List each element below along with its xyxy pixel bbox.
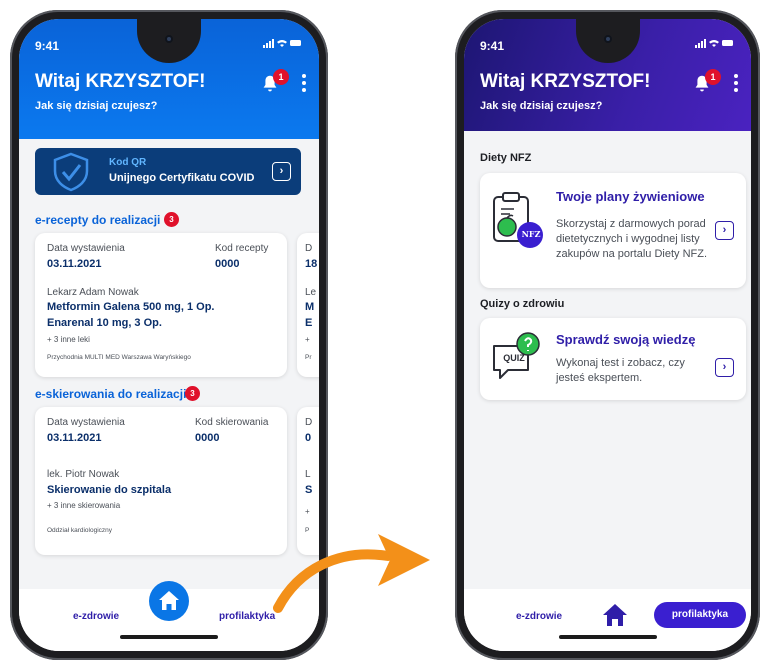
quiz-card-description: Wykonaj test i zobacz, czy jesteś eksper… [556, 357, 685, 384]
signal-wifi-battery-icon [263, 39, 301, 48]
peek-text: D [305, 243, 313, 254]
doctor-name: Lekarz Adam Nowak [47, 287, 139, 298]
more-menu-icon[interactable] [301, 74, 307, 92]
referral-type: Skierowanie do szpitala [47, 484, 172, 496]
peek-text: + [305, 507, 310, 516]
bottom-navigation: e-zdrowie profilaktyka [464, 589, 751, 651]
nav-home-button[interactable] [149, 581, 189, 621]
doctor-name: lek. Piotr Nowak [47, 469, 120, 480]
code-label: Kod skierowania [195, 417, 269, 428]
date-value: 03.11.2021 [47, 432, 102, 444]
quiz-icon-text: QUIZ [503, 353, 525, 363]
more-referrals: + 3 inne skierowania [47, 501, 121, 510]
nav-e-zdrowie[interactable]: e-zdrowie [73, 611, 119, 622]
nav-e-zdrowie[interactable]: e-zdrowie [516, 611, 562, 622]
diet-card-description: Skorzystaj z darmowych porad dietetyczny… [556, 218, 708, 260]
screenshot-stage: 9:41 Witaj KRZYSZTOF! Jak się dzisiaj cz… [0, 0, 765, 662]
code-value: 0000 [215, 258, 240, 270]
signal-wifi-battery-icon [695, 39, 733, 48]
covid-certificate-card[interactable]: Kod QR Unijnego Certyfikatu COVID › [35, 148, 301, 195]
peek-text: S [305, 484, 313, 496]
quiz-card[interactable]: QUIZ Sprawdź swoją wiedzę Wykonaj test i… [480, 318, 746, 400]
diet-clipboard-icon [493, 192, 543, 248]
referrals-count-badge: 3 [185, 386, 200, 401]
peek-text: E [305, 317, 313, 329]
prescriptions-title: e-recepty do realizacji [35, 213, 161, 227]
screen-right: 9:41 Witaj KRZYSZTOF! Jak się dzisiaj cz… [464, 19, 751, 651]
qr-label: Kod QR [109, 157, 147, 168]
more-menu-icon[interactable] [733, 74, 739, 92]
home-icon[interactable] [602, 603, 628, 627]
nav-profilaktyka[interactable]: profilaktyka [219, 611, 275, 622]
prescriptions-count-badge: 3 [164, 212, 179, 227]
chevron-right-icon[interactable]: › [272, 162, 291, 181]
more-drugs: + 3 inne leki [47, 335, 90, 344]
prescription-card[interactable]: Data wystawienia 03.11.2021 Kod recepty … [35, 233, 287, 377]
department-name: Oddział kardiologiczny [47, 527, 113, 534]
clinic-name: Przychodnia MULTI MED Warszawa Waryńskie… [47, 354, 191, 361]
date-label: Data wystawienia [47, 243, 125, 254]
quiz-section-title: Quizy o zdrowiu [480, 298, 565, 310]
peek-text: Le [305, 287, 317, 298]
peek-text: 0 [305, 432, 312, 444]
status-time: 9:41 [480, 39, 505, 53]
phone-right: 9:41 Witaj KRZYSZTOF! Jak się dzisiaj cz… [455, 10, 760, 660]
camera-icon [603, 35, 612, 43]
diet-plans-card[interactable]: NFZ Twoje plany żywieniowe Skorzystaj z … [480, 173, 746, 288]
code-value: 0000 [195, 432, 220, 444]
prescription-card-next[interactable]: D 18 Le M E + Pr [297, 233, 319, 377]
notification-badge: 1 [705, 69, 721, 85]
greeting-title: Witaj KRZYSZTOF! [480, 71, 651, 92]
referrals-title: e-skierowania do realizacji [35, 387, 187, 401]
home-indicator [120, 635, 218, 639]
home-icon [159, 591, 179, 610]
status-icons [695, 38, 735, 51]
peek-text: + [305, 335, 310, 344]
date-label: Data wystawienia [47, 417, 125, 428]
status-time: 9:41 [35, 39, 60, 53]
notification-badge: 1 [273, 69, 289, 85]
greeting-subtitle: Jak się dzisiaj czujesz? [480, 100, 603, 112]
diets-section-title: Diety NFZ [480, 152, 532, 164]
drug-1: Metformin Galena 500 mg, 1 Op. [47, 301, 215, 313]
peek-text: Pr [305, 354, 312, 361]
diet-card-title: Twoje plany żywieniowe [556, 189, 705, 204]
date-value: 03.11.2021 [47, 258, 102, 270]
peek-text: D [305, 417, 313, 428]
shield-check-icon [53, 152, 89, 192]
greeting-title: Witaj KRZYSZTOF! [35, 71, 206, 92]
greeting-subtitle: Jak się dzisiaj czujesz? [35, 100, 158, 112]
quiz-card-title: Sprawdź swoją wiedzę [556, 332, 696, 347]
transition-arrow-icon [273, 534, 430, 613]
peek-text: 18 [305, 258, 318, 270]
camera-icon [165, 35, 173, 43]
peek-text: M [305, 301, 315, 313]
nav-profilaktyka-active[interactable]: profilaktyka [654, 602, 746, 628]
nfz-logo-text: NFZ [521, 229, 541, 239]
home-indicator [558, 635, 657, 639]
chevron-right-icon[interactable]: › [715, 221, 734, 240]
code-label: Kod recepty [215, 243, 269, 254]
referral-card[interactable]: Data wystawienia 03.11.2021 Kod skierowa… [35, 407, 287, 555]
qr-title: Unijnego Certyfikatu COVID [109, 172, 255, 184]
status-icons [263, 38, 303, 51]
drug-2: Enarenal 10 mg, 3 Op. [47, 317, 162, 329]
chevron-right-icon[interactable]: › [715, 358, 734, 377]
peek-text: L [305, 469, 311, 480]
